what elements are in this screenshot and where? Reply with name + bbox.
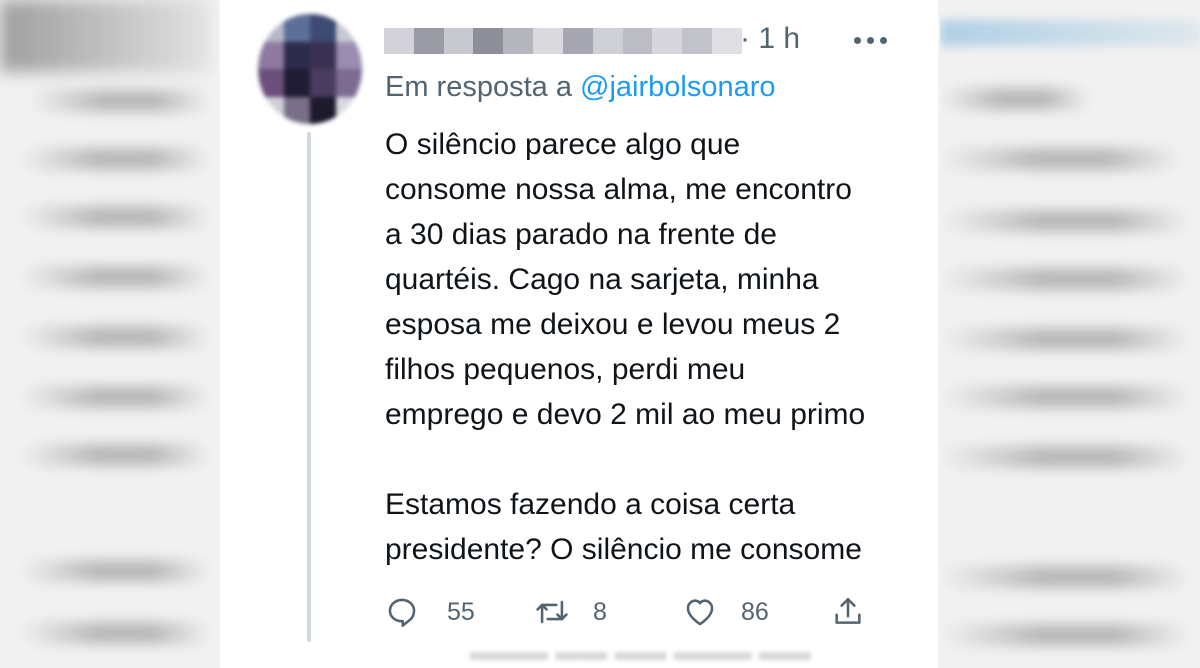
dot-icon <box>879 36 887 44</box>
blurred-line <box>30 90 210 112</box>
blurred-line <box>20 386 210 408</box>
retweet-count: 8 <box>593 597 607 626</box>
blurred-line <box>940 268 1190 290</box>
blurred-line <box>940 566 1190 588</box>
tweet-text: O silêncio parece algo que consome nossa… <box>385 122 925 572</box>
blurred-header-block <box>0 0 210 72</box>
tweet-line: O silêncio parece algo que <box>385 128 741 161</box>
blurred-line <box>940 88 1090 110</box>
blurred-background-right <box>940 0 1200 668</box>
reply-context: Em resposta a @jairbolsonaro <box>385 71 776 104</box>
tweet-line: Estamos fazendo a coisa certa <box>385 488 796 521</box>
blurred-next-tweet: ▬▬▬ ▬▬ ▬▬ ▬▬▬ ▬▬ <box>470 636 811 666</box>
share-button[interactable] <box>831 590 865 634</box>
tweet-line: quartéis. Cago na sarjeta, minha <box>385 263 819 296</box>
tweet-actions: 55 8 86 <box>385 590 895 634</box>
blurred-line <box>940 328 1190 350</box>
blurred-line <box>20 266 210 288</box>
tweet-line: consome nossa alma, me encontro <box>385 173 852 206</box>
retweet-icon <box>536 600 568 624</box>
tweet-time[interactable]: · 1 h <box>740 22 800 56</box>
blurred-line <box>940 210 1190 232</box>
blurred-line <box>20 444 210 466</box>
tweet-line: emprego e devo 2 mil ao meu primo <box>385 398 866 431</box>
dot-icon <box>853 36 861 44</box>
blurred-line <box>20 148 210 170</box>
blurred-line <box>940 624 1190 646</box>
tweet-line: filhos pequenos, perdi meu <box>385 353 746 386</box>
retweet-button[interactable]: 8 <box>535 590 607 634</box>
like-button[interactable]: 86 <box>683 590 769 634</box>
reply-icon <box>388 598 416 627</box>
redacted-username[interactable] <box>384 28 742 54</box>
blurred-line <box>20 206 210 228</box>
blurred-line <box>940 386 1190 408</box>
reply-handle-link[interactable]: @jairbolsonaro <box>580 71 775 103</box>
thread-line <box>307 132 311 642</box>
reply-button[interactable]: 55 <box>385 590 475 634</box>
blurred-line <box>940 446 1190 468</box>
blurred-line <box>20 560 210 582</box>
avatar[interactable] <box>258 14 362 124</box>
reply-count: 55 <box>447 597 475 626</box>
reply-prefix: Em resposta a <box>385 71 572 103</box>
tweet-card[interactable]: · 1 h Em resposta a @jairbolsonaro O sil… <box>220 0 938 668</box>
tweet-line: a 30 dias parado na frente de <box>385 218 777 251</box>
tweet-line: esposa me deixou e levou meus 2 <box>385 308 841 341</box>
share-icon <box>835 597 861 624</box>
blurred-line <box>20 622 210 644</box>
tweet-time-value: 1 h <box>758 22 801 55</box>
more-options-button[interactable] <box>848 20 892 60</box>
blurred-header-block <box>940 20 1200 46</box>
dot-icon <box>866 36 874 44</box>
tweet-line: presidente? O silêncio me consome <box>385 533 862 566</box>
blurred-line <box>20 326 210 348</box>
blurred-background-left <box>0 0 218 668</box>
like-icon <box>686 599 714 626</box>
blurred-line <box>940 148 1180 170</box>
like-count: 86 <box>741 597 769 626</box>
